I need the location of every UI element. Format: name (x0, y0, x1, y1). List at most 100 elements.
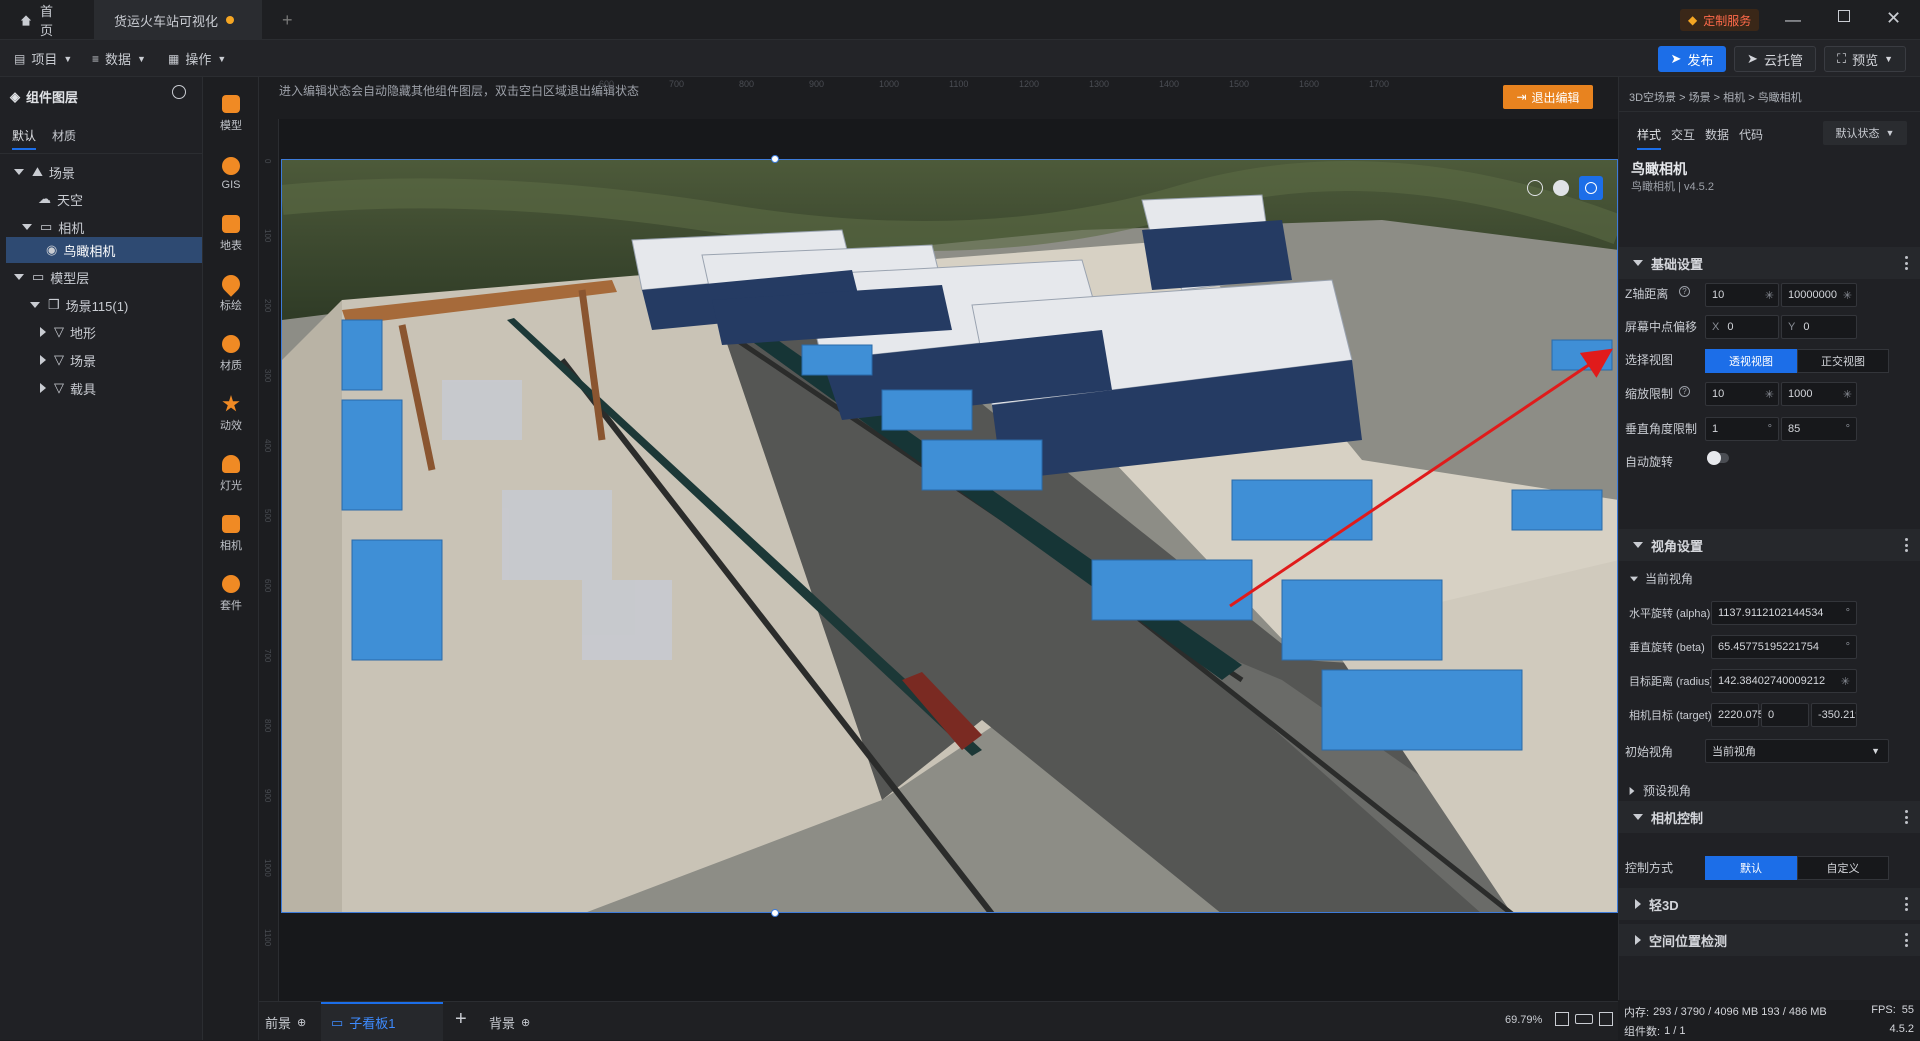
sphere-icon[interactable] (1553, 180, 1569, 196)
tree-item-terrain[interactable]: ▽ 地形 (0, 319, 203, 345)
help-icon[interactable]: ? (1679, 286, 1690, 297)
tree-item-scene115[interactable]: ❒ 场景115(1) (0, 292, 203, 318)
beta-input[interactable]: 65.45775195221754 ° (1711, 635, 1857, 659)
tree-item-sky[interactable]: ☁ 天空 (0, 186, 203, 212)
view-mode-toolbar (1527, 176, 1603, 200)
tab-default[interactable]: 默认 (12, 127, 37, 150)
minimize-icon[interactable]: — (1785, 12, 1801, 30)
tree-item-scene-mesh[interactable]: ▽ 场景 (0, 347, 203, 373)
tool-surface[interactable]: 地表 (203, 205, 259, 263)
editor-canvas[interactable]: 进入编辑状态会自动隐藏其他组件图层，双击空白区域退出编辑状态 600 700 800… (259, 77, 1618, 1001)
bulb-icon (222, 455, 240, 473)
divider (1619, 111, 1920, 112)
help-icon[interactable]: ? (1679, 386, 1690, 397)
offset-x-input[interactable]: X0 (1705, 315, 1779, 339)
close-icon[interactable]: ✕ (1886, 8, 1901, 29)
tree-item-model-layer[interactable]: ▭ 模型层 (0, 264, 203, 290)
section-spatial[interactable]: 空间位置检测 (1619, 924, 1920, 956)
tool-material[interactable]: 材质 (203, 325, 259, 383)
preset-view-header[interactable]: 预设视角 (1629, 782, 1691, 799)
view-orthographic-button[interactable]: 正交视图 (1797, 349, 1889, 373)
z-min-input[interactable]: 10 ✳ (1705, 283, 1779, 307)
control-custom-button[interactable]: 自定义 (1797, 856, 1889, 880)
tree-item-vehicle[interactable]: ▽ 载具 (0, 375, 203, 401)
tool-light[interactable]: 灯光 (203, 445, 259, 503)
preview-button[interactable]: ⛶ 预览 ▼ (1824, 46, 1906, 72)
publish-button[interactable]: ➤ 发布 (1658, 46, 1726, 72)
component-toolbar: 模型 GIS 地表 标绘 材质 动效 灯光 相机 套件 (203, 77, 259, 1040)
fit-screen-icon[interactable] (1555, 1012, 1569, 1026)
mesh-icon: ▽ (54, 324, 64, 339)
tool-kit[interactable]: 套件 (203, 565, 259, 623)
tool-effect[interactable]: 动效 (203, 385, 259, 443)
add-board-button[interactable]: + (455, 1008, 467, 1031)
current-view-header[interactable]: 当前视角 (1629, 570, 1693, 587)
tree-item-scene[interactable]: ⛰ 场景 (0, 159, 203, 185)
new-tab-button[interactable]: + (262, 0, 302, 40)
section-basic[interactable]: 基础设置 (1619, 247, 1920, 279)
offset-y-input[interactable]: Y0 (1781, 315, 1857, 339)
tab-home[interactable]: 首页 (0, 0, 84, 40)
control-default-button[interactable]: 默认 (1705, 856, 1797, 880)
more-icon[interactable] (1905, 256, 1909, 270)
view-perspective-button[interactable]: 透视视图 (1705, 349, 1797, 373)
tool-camera[interactable]: 相机 (203, 505, 259, 563)
vangle-min-input[interactable]: 1 ° (1705, 417, 1779, 441)
more-icon[interactable] (1905, 538, 1909, 552)
ruler-tick-label: 1100 (263, 929, 272, 947)
state-select[interactable]: 默认状态 ▼ (1823, 121, 1907, 145)
menu-data[interactable]: ≡ 数据 ▼ (92, 40, 146, 77)
tab-style[interactable]: 样式 (1637, 126, 1662, 150)
chevron-down-icon (1633, 542, 1643, 548)
target-x-input[interactable]: 2220.075 (1711, 703, 1764, 727)
vangle-max-input[interactable]: 85 ° (1781, 417, 1857, 441)
tool-model[interactable]: 模型 (203, 85, 259, 143)
z-max-input[interactable]: 10000000 ✳ (1781, 283, 1857, 307)
resize-handle[interactable] (771, 155, 779, 163)
target-y-input[interactable]: 0 (1761, 703, 1809, 727)
section-view[interactable]: 视角设置 (1619, 529, 1920, 561)
zoom-min-input[interactable]: 10 ✳ (1705, 382, 1779, 406)
terminal-icon[interactable] (1599, 1012, 1613, 1026)
initial-view-select[interactable]: 当前视角 ▼ (1705, 739, 1889, 763)
globe-icon (222, 157, 240, 175)
tab-interaction[interactable]: 交互 (1671, 126, 1695, 143)
more-icon[interactable] (1905, 810, 1909, 824)
cloud-button[interactable]: ➤ 云托管 (1734, 46, 1816, 72)
memory-readout: 内存: 293 / 3790 / 4096 MB 193 / 486 MB (1624, 1004, 1827, 1020)
section-camera-control[interactable]: 相机控制 (1619, 801, 1920, 833)
orbit-icon[interactable] (1579, 176, 1603, 200)
more-icon[interactable] (1905, 897, 1909, 911)
board-tab-sub[interactable]: ▭ 子看板1 (321, 1002, 443, 1041)
tab-data[interactable]: 数据 (1705, 126, 1729, 143)
search-icon[interactable] (172, 85, 186, 99)
section-light3d[interactable]: 轻3D (1619, 888, 1920, 920)
scene-render (282, 160, 1617, 912)
maximize-icon[interactable] (1838, 10, 1850, 22)
layer-back[interactable]: 背景 ⊕ (489, 1013, 530, 1032)
tool-plot[interactable]: 标绘 (203, 265, 259, 323)
resize-handle[interactable] (771, 909, 779, 917)
tab-code[interactable]: 代码 (1739, 126, 1763, 143)
tool-gis[interactable]: GIS (203, 145, 259, 203)
beta-label: 垂直旋转 (beta) (1629, 642, 1705, 654)
ruler-tick-label: 1100 (949, 79, 969, 89)
target-z-input[interactable]: -350.219 (1811, 703, 1857, 727)
auto-rotate-toggle[interactable] (1707, 451, 1729, 465)
menu-project[interactable]: ▤ 项目 ▼ (14, 40, 72, 77)
custom-service-button[interactable]: ◆ 定制服务 (1680, 9, 1760, 31)
more-icon[interactable] (1905, 933, 1909, 947)
tab-project[interactable]: 货运火车站可视化 (94, 0, 262, 40)
radius-input[interactable]: 142.38402740009212 ✳ (1711, 669, 1857, 693)
menu-operate[interactable]: ▦ 操作 ▼ (168, 40, 226, 77)
alpha-input[interactable]: 1137.9112102144534 ° (1711, 601, 1857, 625)
tab-material[interactable]: 材质 (52, 127, 76, 144)
zoom-max-input[interactable]: 1000 ✳ (1781, 382, 1857, 406)
zoom-level[interactable]: 69.79% (1505, 1014, 1542, 1026)
scene-viewport[interactable] (281, 159, 1618, 913)
keyboard-icon[interactable] (1575, 1014, 1593, 1024)
exit-edit-button[interactable]: ⇥ 退出编辑 (1503, 85, 1593, 109)
tree-item-birdseye-camera[interactable]: ◉ 鸟瞰相机 (6, 237, 202, 263)
layer-front[interactable]: 前景 ⊕ (265, 1013, 306, 1032)
globe-icon[interactable] (1527, 180, 1543, 196)
